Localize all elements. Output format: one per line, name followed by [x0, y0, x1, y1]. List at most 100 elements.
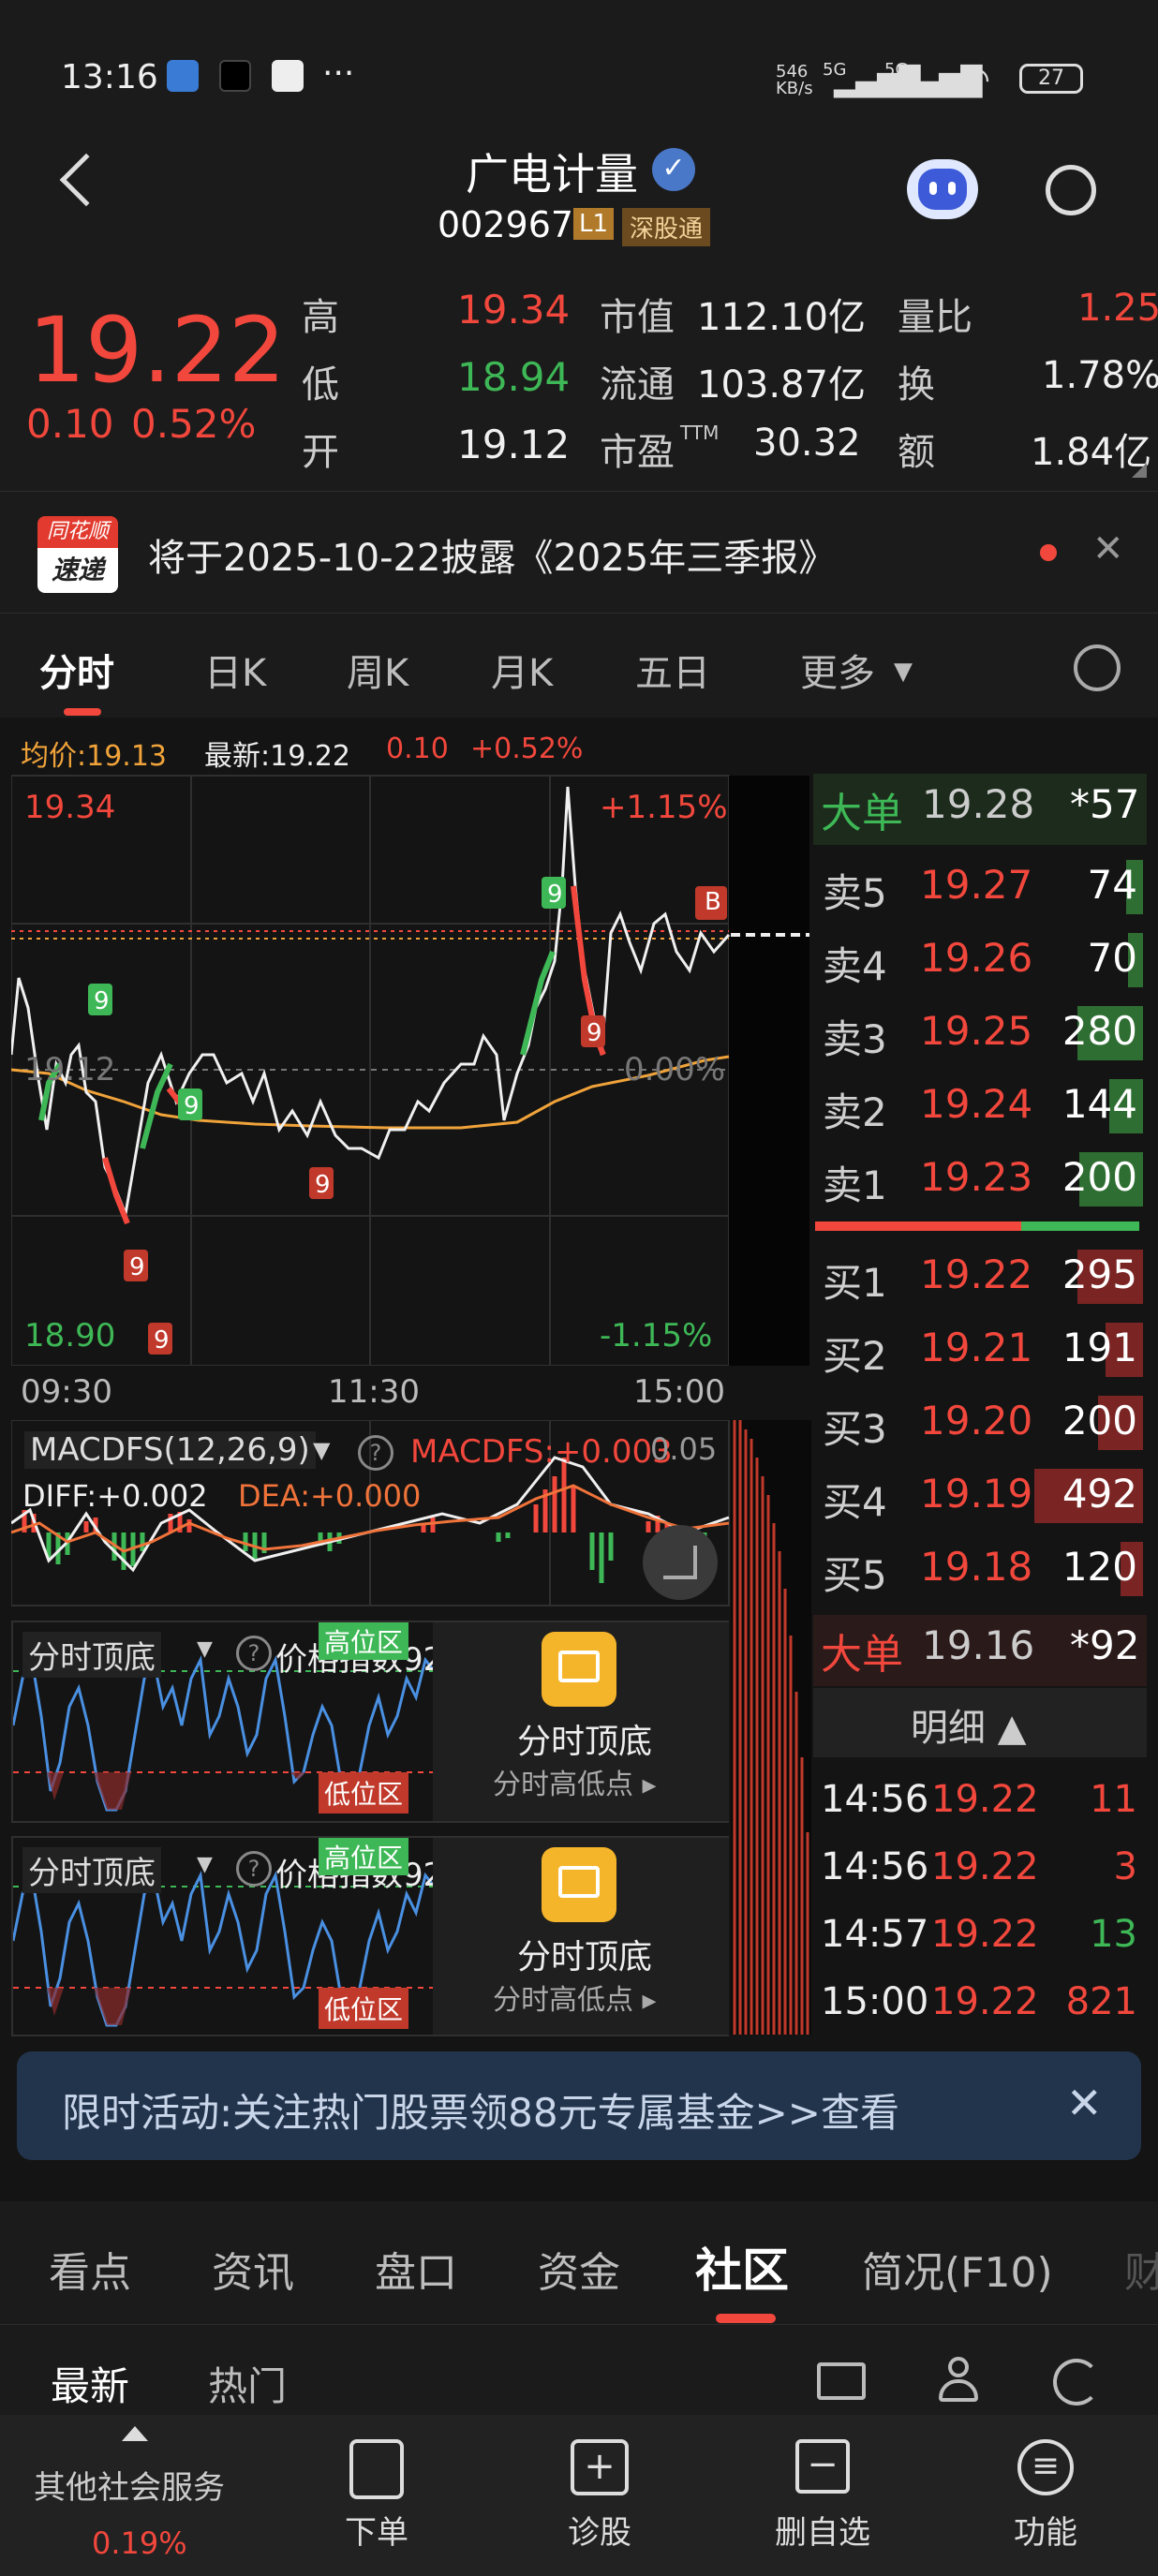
menu-circle-icon: ≡ [1017, 2439, 1074, 2495]
ask-row-3[interactable]: 卖3 19.25 280 [815, 999, 1143, 1064]
subtab-latest[interactable]: 最新 [51, 2355, 129, 2412]
high-value: 19.34 [457, 287, 571, 333]
trade-vol: 3 [1113, 1845, 1137, 1888]
expand-corner-icon[interactable] [1132, 463, 1147, 478]
promo-bar[interactable]: 限时活动:关注热门股票领88元专属基金>>查看 ✕ [17, 2051, 1141, 2160]
tab-monthly-k[interactable]: 月K [491, 643, 553, 697]
low-zone-badge-1: 低位区 [319, 1772, 409, 1814]
ask-volume: 70 [1087, 935, 1137, 981]
bid-row-3[interactable]: 买3 19.20 200 [815, 1388, 1143, 1454]
refresh-icon[interactable] [1053, 2359, 1100, 2406]
indicator-panel-1[interactable]: 分时顶底 ▼ ? 价格指数92.12 高位区 低位区 分时顶底 分时高低点 ▸ [11, 1621, 729, 1823]
axis-bottom-pct: -1.15% [600, 1317, 713, 1355]
time-close: 15:00 [633, 1373, 725, 1411]
fullscreen-icon[interactable] [643, 1525, 718, 1600]
ai-assistant-icon[interactable] [907, 159, 978, 219]
axis-top-pct: +1.15% [600, 789, 728, 826]
level-badge: L1 [573, 208, 615, 240]
tab-highlights[interactable]: 看点 [49, 2239, 131, 2299]
message-icon[interactable] [817, 2362, 866, 2400]
svg-text:9: 9 [184, 1092, 200, 1120]
back-arrow-icon[interactable] [59, 153, 113, 207]
promo-text: 限时活动:关注热门股票领88元专属基金>>查看 [62, 2090, 899, 2136]
bid-row-1[interactable]: 买1 19.22 295 [815, 1242, 1143, 1308]
nav-remove-watchlist[interactable]: − 删自选 [738, 2439, 907, 2553]
tab-daily-k[interactable]: 日K [204, 643, 266, 697]
collapse-up-icon[interactable] [122, 2426, 148, 2441]
tab-finance-partial[interactable]: 财 [1124, 2239, 1158, 2299]
more-notifications-icon: ··· [322, 54, 355, 93]
trade-price: 19.22 [931, 1778, 1039, 1821]
ask-volume: 200 [1062, 1154, 1137, 1200]
logo-bottom: 速递 [37, 548, 118, 593]
indicator-panel-2[interactable]: 分时顶底 ▼ ? 价格指数92.12 高位区 低位区 分时顶底 分时高低点 ▸ [11, 1836, 729, 2036]
detail-label[interactable]: 明细 ▲ [911, 1697, 1026, 1752]
news-banner[interactable]: 同花顺 速递 将于2025-10-22披露《2025年三季报》 ✕ [0, 491, 1158, 613]
avg-label: 均价: [21, 740, 87, 773]
trade-time: 14:56 [821, 1778, 929, 1821]
tab-more[interactable]: 更多 [800, 643, 875, 697]
promo-sub-2: 分时高低点 ▸ [493, 1984, 657, 2017]
search-icon[interactable] [1046, 165, 1096, 215]
bid-label: 买4 [823, 1479, 887, 1525]
tab-capital[interactable]: 资金 [538, 2239, 620, 2299]
tab-weekly-k[interactable]: 周K [347, 643, 408, 697]
trade-price: 19.22 [931, 1980, 1039, 2023]
tab-news[interactable]: 资讯 [212, 2239, 294, 2299]
tab-five-day[interactable]: 五日 [635, 643, 710, 697]
bid-row-4[interactable]: 买4 19.19 492 [815, 1461, 1143, 1527]
community-tab-indicator [716, 2314, 776, 2323]
stock-header: 广电计量 ✓ 002967 L1 深股通 [0, 141, 1158, 260]
indicator-name-1[interactable]: 分时顶底 [22, 1632, 161, 1678]
bid-volume: 200 [1062, 1398, 1137, 1443]
macd-dropdown-icon[interactable]: ▼ [313, 1437, 330, 1463]
indicator-name-2[interactable]: 分时顶底 [22, 1847, 161, 1893]
subtab-hot[interactable]: 热门 [208, 2355, 287, 2412]
trade-price: 19.22 [931, 1913, 1039, 1956]
indicator-dropdown-icon-1[interactable]: ▼ [197, 1637, 213, 1661]
user-icon[interactable] [937, 2357, 980, 2404]
nav-diagnose[interactable]: + 诊股 [515, 2439, 684, 2553]
big-sell-label: 大单 [821, 790, 903, 837]
tab-community[interactable]: 社区 [695, 2233, 789, 2301]
indicator-promo-1[interactable]: 分时顶底 分时高低点 ▸ [433, 1622, 729, 1821]
nav-order[interactable]: 下单 [292, 2439, 461, 2553]
ask-row-4[interactable]: 卖4 19.26 70 [815, 925, 1143, 991]
minus-box-icon: − [795, 2439, 850, 2494]
ask-row-1[interactable]: 卖1 19.23 200 [815, 1145, 1143, 1210]
ask-row-2[interactable]: 卖2 19.24 144 [815, 1072, 1143, 1137]
bid-row-2[interactable]: 买2 19.21 191 [815, 1315, 1143, 1381]
indicator-help-icon-2[interactable]: ? [236, 1851, 272, 1887]
bid-row-5[interactable]: 买5 19.18 120 [815, 1534, 1143, 1600]
bid-price: 19.18 [920, 1544, 1033, 1590]
nav-functions[interactable]: ≡ 功能 [961, 2439, 1130, 2553]
status-bar: 13:16 ··· 546 KB/s 5G ▂▄▆█ 5G ▂▄▆█ ◠ 27 [0, 0, 1158, 141]
macd-name[interactable]: MACDFS(12,26,9) [24, 1431, 316, 1469]
float-label: 流通 [600, 363, 675, 407]
low-value: 18.94 [457, 354, 571, 400]
indicator-promo-2[interactable]: 分时顶底 分时高低点 ▸ [433, 1838, 729, 2035]
ths-logo: 同花顺 速递 [37, 516, 118, 593]
indicator-help-icon-1[interactable]: ? [236, 1636, 272, 1671]
unread-dot [1040, 544, 1057, 561]
tab-orderbook[interactable]: 盘口 [375, 2239, 457, 2299]
ask-row-5[interactable]: 卖5 19.27 74 [815, 852, 1143, 918]
big-sell-price: 19.28 [922, 781, 1035, 827]
promo-close-icon[interactable]: ✕ [1066, 2078, 1103, 2128]
macdfs-readout: MACDFS:+0.003 [410, 1433, 673, 1471]
svg-text:9: 9 [315, 1171, 331, 1199]
trade-vol: 821 [1065, 1980, 1137, 2023]
ask-volume: 280 [1062, 1008, 1137, 1054]
order-doc-icon [349, 2439, 404, 2499]
settings-hex-icon[interactable] [1074, 644, 1121, 691]
last-label: 最新: [204, 740, 271, 773]
close-icon[interactable]: ✕ [1092, 527, 1124, 570]
axis-mid-price: 19.12 [24, 1051, 116, 1088]
stock-code: 002967 [438, 204, 574, 245]
tab-intraday[interactable]: 分时 [39, 643, 114, 697]
help-icon[interactable]: ? [358, 1435, 393, 1471]
tab-f10[interactable]: 简况(F10) [862, 2239, 1053, 2299]
pe-label: 市盈 [600, 431, 675, 474]
other-services-label[interactable]: 其他社会服务 [34, 2462, 225, 2508]
indicator-dropdown-icon-2[interactable]: ▼ [197, 1853, 213, 1876]
